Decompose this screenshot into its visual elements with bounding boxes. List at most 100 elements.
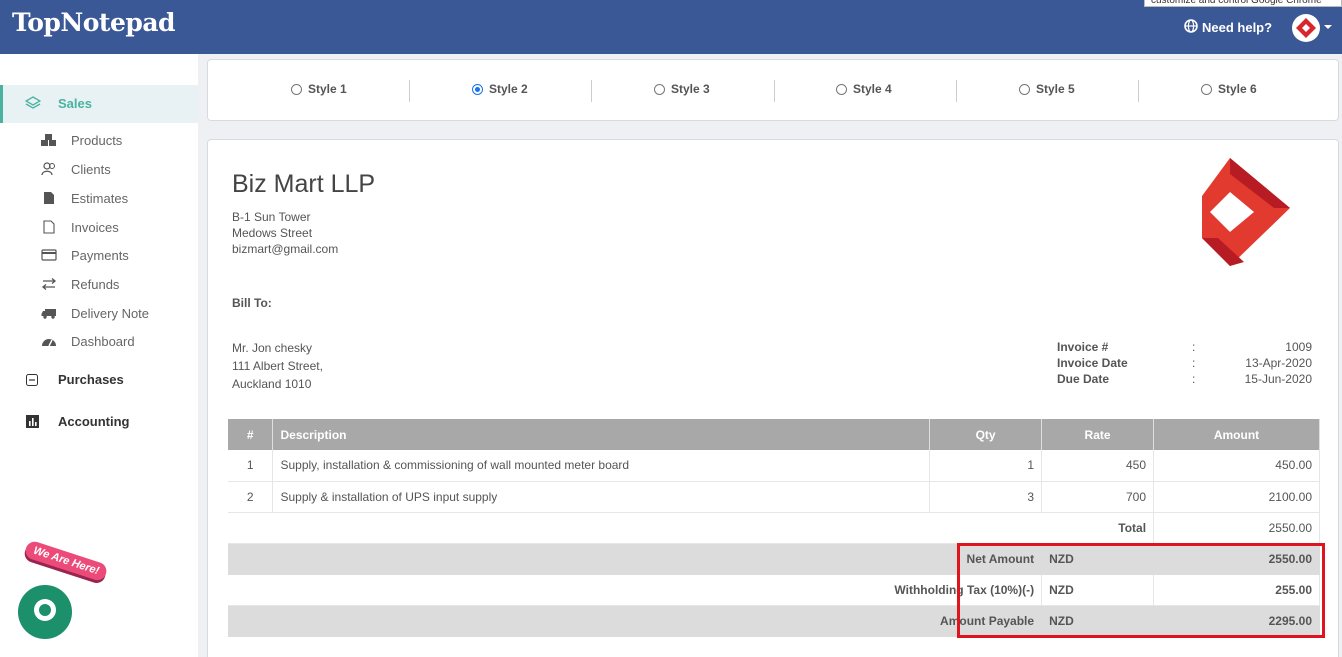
- sidebar-item-label: Purchases: [58, 372, 124, 387]
- sidebar-item-label: Payments: [71, 247, 129, 263]
- row-qty: 3: [929, 481, 1043, 513]
- total-value: 2550.00: [1153, 512, 1320, 544]
- sidebar-item-label: Estimates: [71, 190, 129, 206]
- exchange-icon: [40, 278, 58, 290]
- sidebar-item-invoices[interactable]: Invoices: [40, 216, 119, 238]
- sidebar-item-accounting[interactable]: Accounting: [24, 414, 130, 429]
- file-outline-icon: [40, 220, 58, 234]
- client-name: Mr. Jon chesky: [232, 341, 313, 355]
- sidebar-item-refunds[interactable]: Refunds: [40, 273, 119, 295]
- radio-button[interactable]: [472, 83, 483, 95]
- sidebar-item-purchases[interactable]: Purchases: [24, 372, 124, 387]
- cubes-icon: [40, 133, 58, 147]
- sidebar-item-payments[interactable]: Payments: [40, 244, 129, 266]
- radio-button[interactable]: [836, 83, 847, 95]
- user-avatar[interactable]: [1292, 14, 1320, 42]
- sidebar-item-label: Clients: [71, 161, 111, 177]
- table-row: 1 Supply, installation & commissioning o…: [228, 450, 1320, 482]
- sidebar-item-products[interactable]: Products: [40, 129, 122, 151]
- style-option-6[interactable]: Style 6: [1201, 82, 1257, 96]
- radio-button[interactable]: [1019, 83, 1030, 95]
- address-line: Medows Street: [232, 226, 313, 240]
- radio-button[interactable]: [654, 83, 665, 95]
- invoice-preview: Biz Mart LLP B-1 Sun Tower Medows Street…: [207, 139, 1339, 657]
- style-label: Style 6: [1218, 82, 1257, 96]
- divider: [409, 80, 410, 102]
- sidebar-item-dashboard[interactable]: Dashboard: [40, 330, 135, 352]
- column-header-description: Description: [272, 419, 931, 450]
- style-label: Style 4: [853, 82, 892, 96]
- column-header-number: #: [228, 419, 274, 450]
- sidebar-item-label: Accounting: [58, 414, 130, 429]
- style-option-2[interactable]: Style 2: [472, 82, 528, 96]
- users-icon: [40, 162, 58, 176]
- chat-button[interactable]: [18, 585, 72, 639]
- row-amount: 2100.00: [1153, 481, 1320, 513]
- sidebar-item-delivery-note[interactable]: Delivery Note: [40, 302, 149, 324]
- row-description: Supply, installation & commissioning of …: [272, 450, 931, 482]
- style-label: Style 5: [1036, 82, 1075, 96]
- meta-value: 1009: [1285, 340, 1312, 354]
- column-header-rate: Rate: [1041, 419, 1155, 450]
- row-amount: 450.00: [1153, 450, 1320, 482]
- radio-button[interactable]: [291, 83, 302, 95]
- due-date-row: Due Date: 15-Jun-2020: [1057, 371, 1312, 387]
- radio-button[interactable]: [1201, 83, 1212, 95]
- sidebar-item-estimates[interactable]: Estimates: [40, 187, 128, 209]
- app-logo[interactable]: TopNotepad: [12, 8, 176, 37]
- row-qty: 1: [929, 450, 1043, 482]
- company-email: bizmart@gmail.com: [232, 242, 339, 256]
- truck-icon: [40, 307, 58, 319]
- need-help-link[interactable]: Need help?: [1184, 19, 1272, 36]
- row-description: Supply & installation of UPS input suppl…: [272, 481, 931, 513]
- divider: [956, 80, 957, 102]
- meta-label: Invoice Date: [1057, 356, 1128, 370]
- style-option-4[interactable]: Style 4: [836, 82, 892, 96]
- sidebar-item-label: Products: [71, 132, 123, 148]
- style-label: Style 2: [489, 82, 528, 96]
- globe-icon: [1184, 19, 1198, 36]
- sidebar-item-label: Delivery Note: [71, 305, 150, 321]
- invoice-number-row: Invoice #: 1009: [1057, 339, 1312, 355]
- summary-label: Amount Payable: [228, 605, 1043, 637]
- meta-value: 15-Jun-2020: [1244, 372, 1312, 386]
- style-option-1[interactable]: Style 1: [291, 82, 347, 96]
- total-row: Total 2550.00: [228, 512, 1320, 544]
- meta-label: Invoice #: [1057, 340, 1109, 354]
- meta-separator: :: [1192, 372, 1196, 386]
- style-option-3[interactable]: Style 3: [654, 82, 710, 96]
- meta-separator: :: [1192, 356, 1196, 370]
- meta-label: Due Date: [1057, 372, 1110, 386]
- summary-label: Withholding Tax (10%)(-): [228, 574, 1043, 606]
- sidebar-item-label: Invoices: [71, 219, 119, 235]
- table-row: 2 Supply & installation of UPS input sup…: [228, 481, 1320, 513]
- file-icon: [40, 191, 58, 205]
- divider: [1138, 80, 1139, 102]
- credit-card-icon: [40, 249, 58, 261]
- sidebar-item-label: Dashboard: [71, 333, 135, 349]
- column-header-qty: Qty: [929, 419, 1043, 450]
- client-city: Auckland 1010: [232, 377, 312, 391]
- chevron-down-icon[interactable]: [1324, 25, 1332, 29]
- summary-label: Net Amount: [228, 543, 1043, 575]
- sidebar-item-label: Refunds: [71, 276, 120, 292]
- top-navbar: TopNotepad customize and control Google …: [0, 0, 1342, 54]
- bill-to-label: Bill To:: [232, 296, 272, 310]
- row-number: 1: [228, 450, 274, 482]
- row-rate: 450: [1041, 450, 1155, 482]
- bar-chart-icon: [24, 415, 40, 428]
- style-option-5[interactable]: Style 5: [1019, 82, 1075, 96]
- client-address: Mr. Jon chesky 111 Albert Street, Auckla…: [232, 339, 323, 393]
- layers-icon: [24, 95, 42, 116]
- total-label: Total: [228, 512, 1155, 544]
- sidebar-item-sales[interactable]: Sales: [0, 85, 198, 123]
- company-address: B-1 Sun Tower Medows Street bizmart@gmai…: [232, 209, 338, 257]
- meta-separator: :: [1192, 340, 1196, 354]
- style-label: Style 3: [671, 82, 710, 96]
- minus-square-icon: [24, 373, 40, 386]
- company-logo: [1182, 156, 1312, 276]
- invoice-date-row: Invoice Date: 13-Apr-2020: [1057, 355, 1312, 371]
- dashboard-icon: [40, 335, 58, 347]
- sidebar-item-clients[interactable]: Clients: [40, 158, 111, 180]
- column-header-amount: Amount: [1153, 419, 1320, 450]
